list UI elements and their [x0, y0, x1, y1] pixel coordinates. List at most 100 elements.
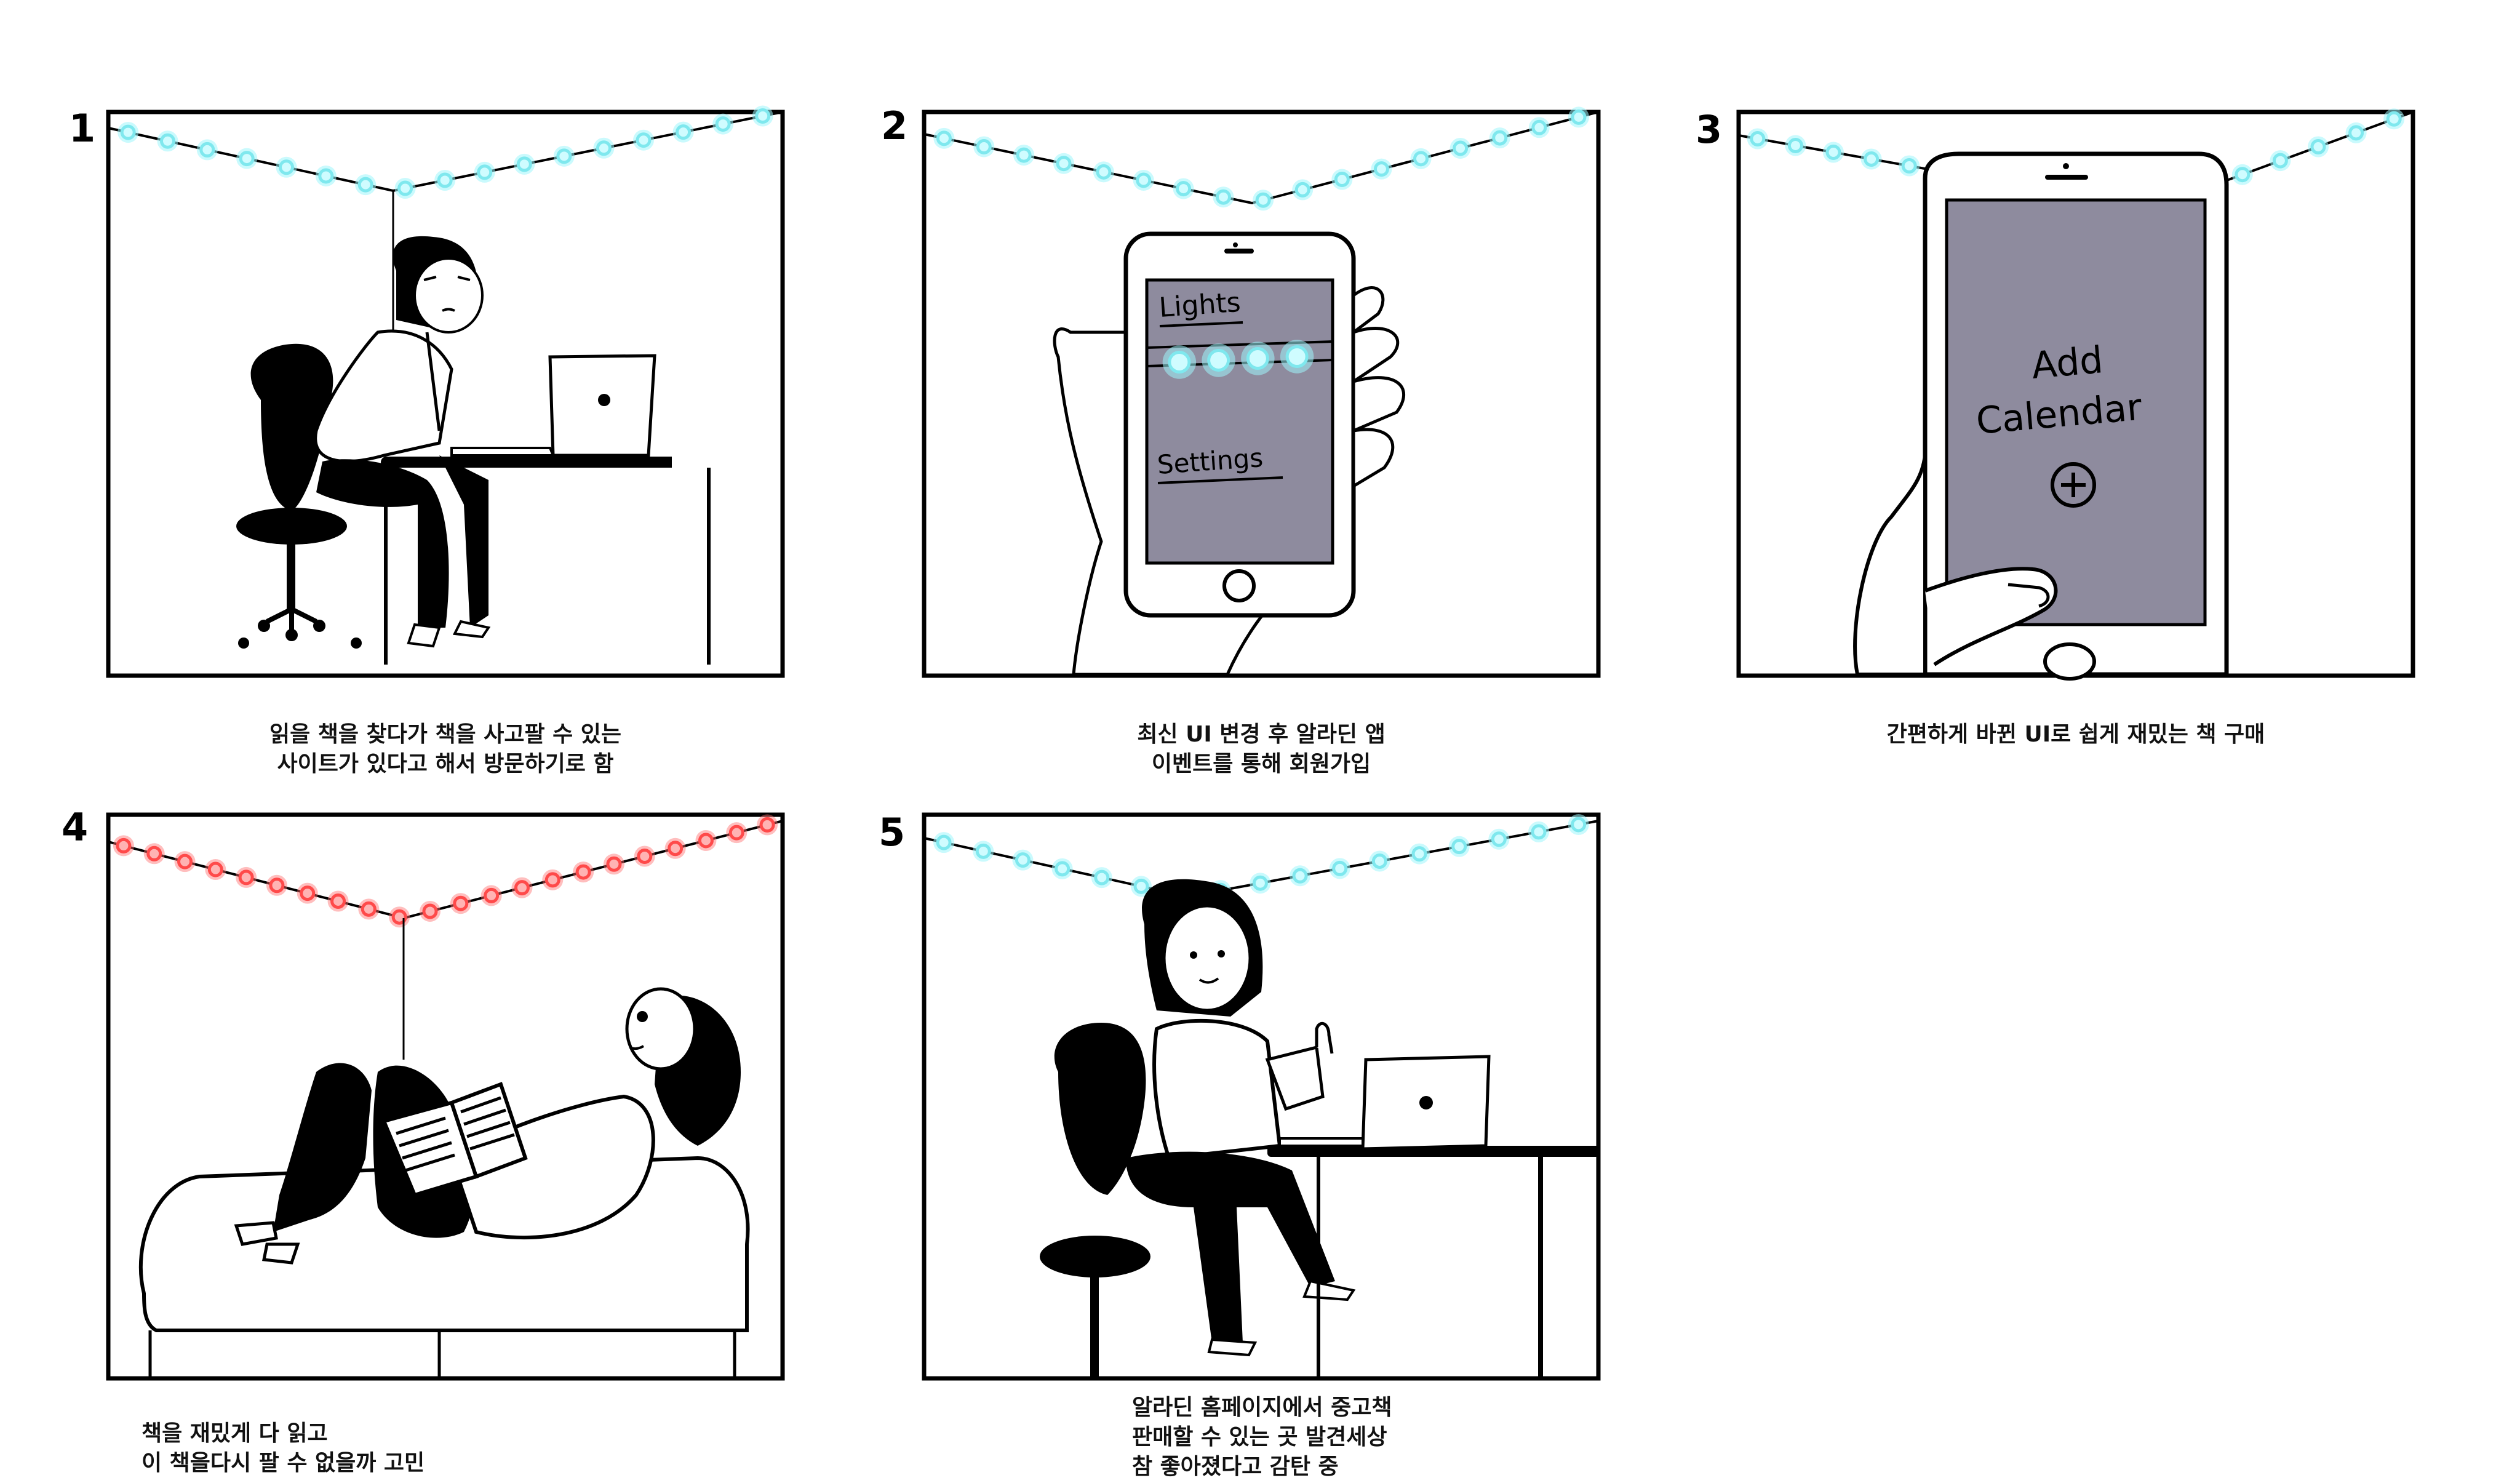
panel-1-illustration	[106, 105, 785, 678]
light-bulb	[1491, 831, 1507, 847]
caption-5-line-3: 참 좋아졌다고 감탄 중	[1132, 1454, 1339, 1479]
light-bulb	[238, 869, 254, 885]
light-bulb	[2235, 167, 2251, 183]
light-bulb	[1133, 878, 1149, 894]
panel-3-illustration: Add Calendar	[1736, 108, 2415, 681]
light-bulb	[668, 841, 684, 857]
light-bulb	[1016, 147, 1032, 163]
panel-5	[922, 812, 1601, 1381]
caption-4-line-1: 책을 재밌게 다 읽고	[142, 1421, 328, 1446]
light-bulb	[1411, 846, 1427, 862]
light-bulb	[1094, 869, 1110, 885]
caption-3: 간편하게 바뀐 UI로 쉽게 재밌는 책 구매	[1737, 720, 2414, 749]
light-bulb	[357, 177, 373, 193]
light-bulb	[676, 124, 692, 140]
light-bulb	[606, 856, 622, 872]
panel-3: Add Calendar	[1736, 108, 2415, 681]
light-bulb	[1413, 151, 1429, 167]
light-bulb	[1207, 349, 1230, 372]
light-bulb	[1571, 817, 1587, 833]
light-bulb	[269, 877, 285, 893]
light-bulb	[636, 132, 652, 148]
light-bulb	[1334, 172, 1350, 188]
light-bulb	[544, 872, 560, 888]
caption-4: 책을 재밌게 다 읽고 이 책을다시 팔 수 없을까 고민	[142, 1419, 572, 1478]
light-bulb	[2348, 125, 2364, 141]
light-bulb	[422, 903, 438, 919]
light-bulb	[1292, 868, 1308, 884]
light-bulb	[484, 887, 500, 903]
light-bulb	[514, 880, 530, 896]
light-bulb	[1492, 130, 1508, 146]
light-bulb	[1825, 145, 1841, 160]
panel-4	[106, 812, 785, 1381]
panel-number-1: 1	[69, 106, 96, 151]
light-bulb	[1371, 853, 1387, 869]
light-bulb	[318, 168, 334, 184]
light-bulb	[1531, 119, 1547, 135]
panel-number-4: 4	[62, 805, 89, 850]
panel-number-3: 3	[1696, 107, 1723, 152]
menu-lights[interactable]: Lights	[1158, 287, 1242, 324]
light-bulb	[1176, 181, 1192, 197]
caption-5: 알라딘 홈페이지에서 중고책 판매할 수 있는 곳 발견세상 참 좋아졌다고 감…	[1132, 1393, 1563, 1482]
light-bulb	[936, 130, 952, 146]
light-bulb	[755, 108, 771, 124]
light-bulb	[1285, 345, 1309, 368]
light-bulb	[728, 825, 744, 841]
light-bulb	[207, 861, 223, 877]
light-bulb	[1255, 192, 1271, 208]
caption-1-line-1: 읽을 책을 찾다가 책을 사고팔 수 있는	[269, 722, 621, 747]
light-bulb	[1571, 109, 1587, 125]
light-bulb	[936, 834, 952, 850]
light-bulb	[177, 853, 193, 869]
light-bulb	[1294, 182, 1310, 198]
light-bulb	[279, 159, 295, 175]
light-bulb	[116, 837, 132, 853]
light-bulb	[437, 172, 453, 188]
light-bulb	[199, 142, 215, 158]
caption-1-line-2: 사이트가 있다고 해서 방문하기로 함	[277, 751, 614, 777]
light-bulb	[330, 893, 346, 909]
light-bulb	[556, 148, 572, 164]
panel-1	[106, 105, 785, 678]
caption-5-line-2: 판매할 수 있는 곳 발견세상	[1132, 1425, 1387, 1450]
light-bulb	[516, 156, 532, 172]
panel-number-2: 2	[881, 103, 908, 148]
light-bulb	[1136, 172, 1152, 188]
caption-4-line-2: 이 책을다시 팔 수 없을까 고민	[142, 1450, 425, 1476]
light-bulb	[397, 180, 413, 196]
light-bulb	[976, 138, 992, 154]
caption-2: 최신 UI 변경 후 알라딘 앱 이벤트를 통해 회원가입	[923, 720, 1600, 779]
light-bulb	[300, 885, 316, 901]
light-bulb	[1864, 151, 1880, 167]
light-bulb	[1015, 852, 1031, 868]
panel-4-illustration	[106, 812, 785, 1381]
light-bulb	[160, 133, 176, 149]
light-bulb	[1168, 351, 1191, 374]
light-bulb	[120, 124, 136, 140]
light-bulb	[596, 140, 612, 156]
panel-number-5: 5	[879, 810, 906, 855]
caption-1: 읽을 책을 찾다가 책을 사고팔 수 있는 사이트가 있다고 해서 방문하기로 …	[107, 720, 784, 779]
light-bulb	[2310, 139, 2326, 154]
light-bulb	[1901, 158, 1917, 174]
light-bulb	[477, 164, 493, 180]
caption-5-line-1: 알라딘 홈페이지에서 중고책	[1132, 1395, 1392, 1420]
light-bulb	[1451, 839, 1467, 855]
light-bulb	[575, 864, 591, 880]
panel-2-illustration: Lights Settings	[922, 106, 1601, 678]
light-bulb	[1215, 189, 1231, 205]
light-bulb	[698, 833, 714, 849]
light-bulb	[1373, 161, 1389, 177]
light-bulb	[715, 116, 731, 132]
light-bulb	[1056, 156, 1072, 172]
light-bulb	[453, 895, 469, 911]
light-bulb	[1787, 138, 1803, 153]
light-bulb	[239, 151, 255, 167]
light-bulb	[1750, 131, 1766, 146]
light-bulb	[1453, 140, 1469, 156]
light-bulb	[759, 817, 775, 833]
caption-3-line-1: 간편하게 바뀐 UI로 쉽게 재밌는 책 구매	[1886, 722, 2265, 747]
light-bulb	[1531, 824, 1547, 840]
